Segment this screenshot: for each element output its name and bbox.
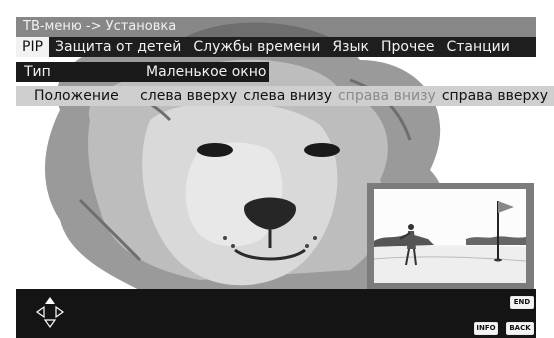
position-option-bottom-left[interactable]: слева внизу <box>243 88 332 104</box>
tab-time-services[interactable]: Службы времени <box>187 37 326 57</box>
tab-stations[interactable]: Станции <box>440 37 515 57</box>
tab-other[interactable]: Прочее <box>375 37 440 57</box>
info-key-button[interactable]: INFO <box>474 322 498 335</box>
dpad-arrows-icon <box>35 297 65 329</box>
position-option-top-left[interactable]: слева вверху <box>140 88 237 104</box>
menu-title: ТВ-меню -> Установка <box>16 17 536 37</box>
pip-type-setting[interactable]: Тип Маленькое окно <box>16 62 269 82</box>
tab-parental-lock[interactable]: Защита от детей <box>49 37 187 57</box>
pip-preview-image <box>374 189 526 283</box>
pip-type-label: Тип <box>24 64 51 80</box>
tv-menu-screen: ТВ-меню -> Установка PIP Защита от детей… <box>0 0 554 338</box>
back-key-button[interactable]: BACK <box>506 322 534 335</box>
pip-position-setting: Положение слева вверху слева внизу справ… <box>16 86 554 106</box>
settings-tab-bar: PIP Защита от детей Службы времени Язык … <box>16 37 536 57</box>
pip-position-label: Положение <box>34 88 119 104</box>
golfer-scene-image <box>374 189 526 283</box>
tab-language[interactable]: Язык <box>326 37 375 57</box>
pip-type-value[interactable]: Маленькое окно <box>136 64 266 80</box>
pip-preview-window <box>367 183 534 289</box>
end-key-button[interactable]: END <box>510 296 534 309</box>
footer-hint-bar: END INFO BACK <box>16 289 536 338</box>
position-option-bottom-right: справа внизу <box>337 88 436 104</box>
position-option-top-right[interactable]: справа вверху <box>442 88 548 104</box>
tab-pip[interactable]: PIP <box>16 37 50 57</box>
